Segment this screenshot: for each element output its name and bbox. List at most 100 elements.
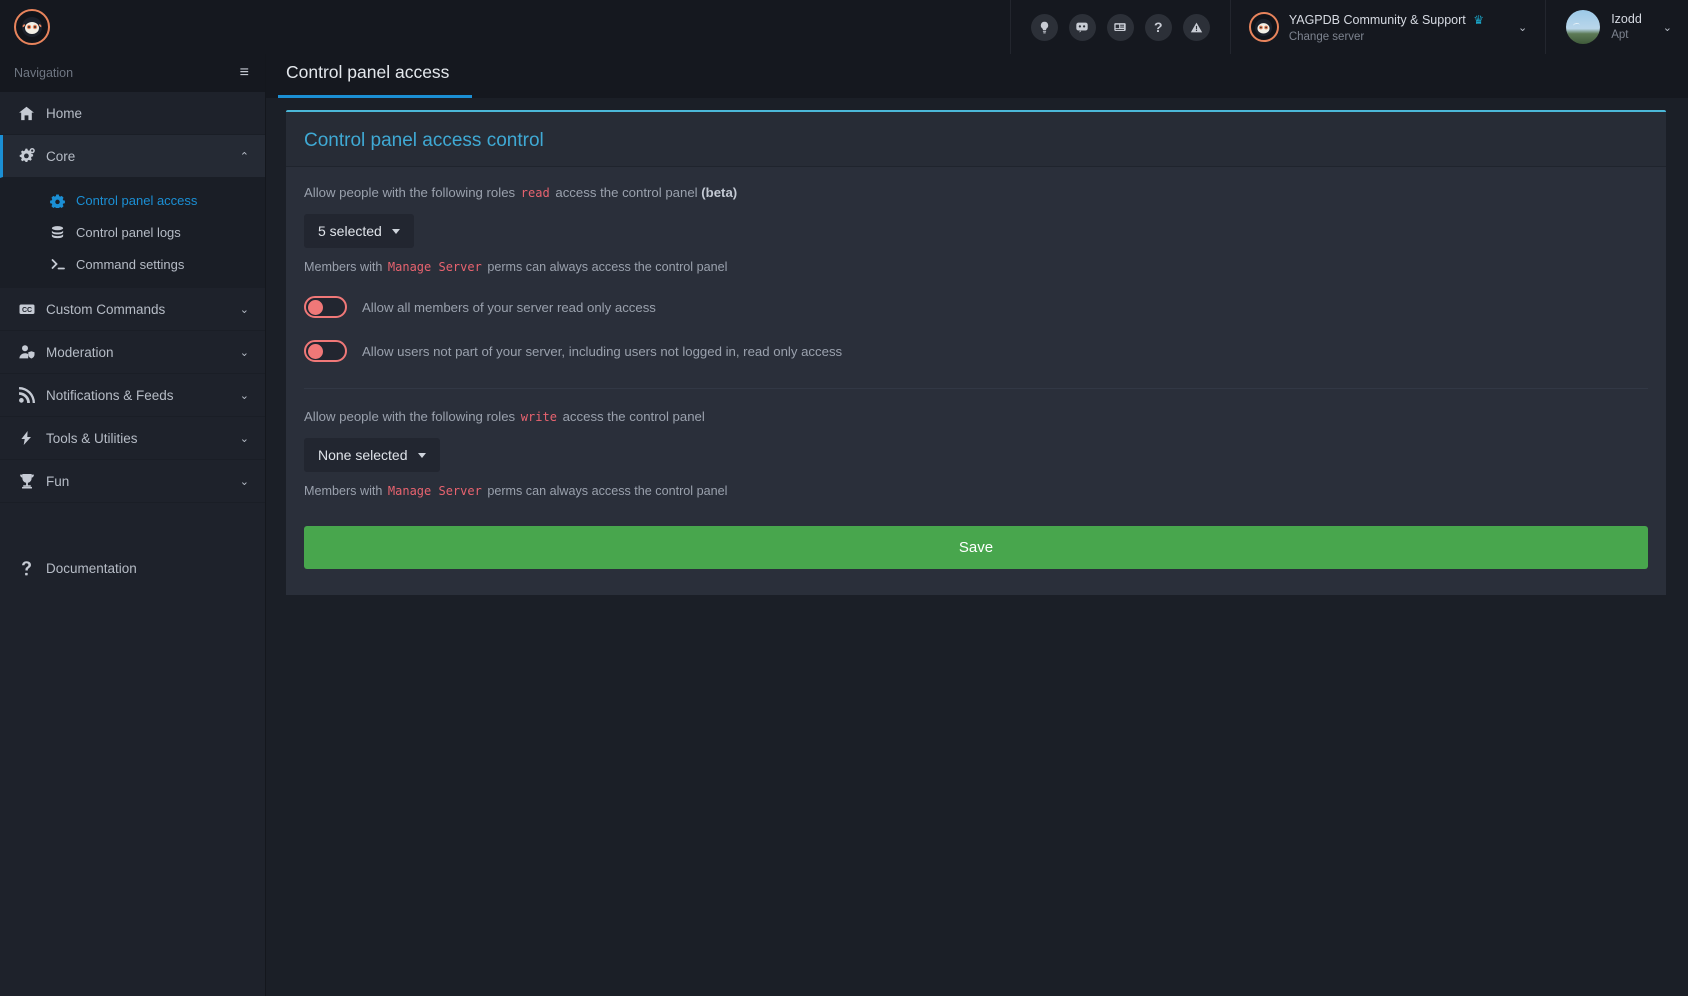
card-title: Control panel access control: [304, 130, 544, 151]
write-hint-prefix: Members with: [304, 484, 383, 498]
gear-icon: [50, 193, 76, 208]
navigation-label: Navigation: [14, 66, 74, 80]
server-name: YAGPDB Community & Support: [1288, 12, 1466, 27]
sidebar-item-control-panel-logs-label: Control panel logs: [76, 224, 181, 240]
card-body: Allow people with the following roles re…: [286, 167, 1666, 595]
main-content: Control panel access control Allow peopl…: [266, 98, 1688, 996]
sidebar-subnav-core: Control panel access Control panel logs …: [0, 178, 265, 288]
write-desc-middle: access the control panel: [562, 409, 705, 424]
navigation-header: Navigation ≡: [0, 54, 265, 92]
sidebar-item-control-panel-logs[interactable]: Control panel logs: [0, 216, 265, 248]
sidebar-item-home-label: Home: [46, 105, 83, 121]
database-icon: [50, 225, 76, 240]
manage-server-keyword-write: Manage Server: [387, 484, 482, 498]
toggle-public-label: Allow users not part of your server, inc…: [362, 343, 843, 359]
home-icon: [18, 105, 46, 122]
user-name: Izodd: [1611, 12, 1642, 26]
avatar: [1566, 10, 1601, 44]
read-roles-description: Allow people with the following roles re…: [304, 185, 1648, 200]
yagpdb-logo-icon[interactable]: [14, 9, 50, 45]
caret-down-icon: [417, 452, 426, 458]
sidebar-item-custom-commands-label: Custom Commands: [46, 301, 166, 317]
toggle-all-members-label: Allow all members of your server read on…: [362, 299, 656, 315]
chevron-up-icon: ⌃: [239, 150, 249, 163]
top-bar: ? YAGPDB Community & Support ♛ Change se…: [0, 0, 1688, 54]
news-icon[interactable]: [1106, 13, 1134, 41]
write-roles-dropdown[interactable]: None selected: [304, 438, 440, 472]
sidebar-item-core[interactable]: Core ⌃: [0, 135, 265, 178]
sidebar-item-home[interactable]: Home: [0, 92, 265, 135]
bolt-icon: [18, 430, 46, 446]
sidebar-item-documentation[interactable]: Documentation: [0, 547, 265, 590]
sidebar-item-documentation-label: Documentation: [46, 561, 137, 576]
user-subtitle: Apt: [1611, 28, 1629, 41]
page-header: Control panel access: [266, 54, 1688, 98]
read-desc-prefix: Allow people with the following roles: [304, 185, 516, 200]
manage-server-keyword-read: Manage Server: [387, 260, 482, 274]
crown-icon: ♛: [1473, 12, 1484, 27]
hamburger-icon[interactable]: ≡: [240, 64, 249, 82]
sidebar-item-custom-commands[interactable]: CC Custom Commands ⌄: [0, 288, 265, 331]
sidebar-item-control-panel-access-label: Control panel access: [76, 192, 198, 208]
svg-text:CC: CC: [22, 307, 32, 314]
sidebar-item-tools-utilities[interactable]: Tools & Utilities ⌄: [0, 417, 265, 460]
sidebar-item-moderation-caret: ⌄: [239, 346, 249, 359]
help-icon[interactable]: ?: [1144, 13, 1172, 41]
save-button[interactable]: Save: [304, 526, 1648, 569]
sidebar-item-notifications-feeds[interactable]: Notifications & Feeds ⌄: [0, 374, 265, 417]
write-roles-description: Allow people with the following roles wr…: [304, 409, 1648, 424]
page-title: Control panel access: [286, 62, 450, 82]
toggle-knob: [308, 344, 323, 359]
sidebar: Navigation ≡ Home Core ⌃ Control panel a…: [0, 54, 266, 996]
write-desc-prefix: Allow people with the following roles: [304, 409, 516, 424]
toggle-row-public-access: Allow users not part of your server, inc…: [304, 340, 1648, 362]
card-header: Control panel access control: [286, 112, 1666, 167]
warning-icon[interactable]: [1182, 13, 1210, 41]
toggle-public-read-only[interactable]: [304, 340, 347, 362]
access-control-card: Control panel access control Allow peopl…: [286, 110, 1666, 595]
write-hint-suffix: perms can always access the control pane…: [487, 484, 728, 498]
server-selector[interactable]: YAGPDB Community & Support ♛ Change serv…: [1229, 0, 1547, 54]
gears-icon: [18, 147, 46, 165]
read-desc-beta: (beta): [701, 185, 738, 200]
sidebar-item-fun-label: Fun: [46, 473, 70, 489]
sidebar-item-command-settings[interactable]: Command settings: [0, 248, 265, 280]
change-server-label[interactable]: Change server: [1289, 30, 1484, 44]
read-hint-prefix: Members with: [304, 260, 383, 274]
moderation-icon: [18, 343, 46, 361]
user-chevron-down-icon[interactable]: ⌄: [1663, 21, 1672, 34]
trophy-icon: [18, 472, 46, 490]
read-keyword: read: [520, 186, 550, 200]
chevron-down-icon[interactable]: ⌄: [1518, 21, 1527, 34]
sidebar-item-control-panel-access[interactable]: Control panel access: [0, 184, 265, 216]
lightbulb-icon[interactable]: [1030, 13, 1058, 41]
toggle-row-all-members: Allow all members of your server read on…: [304, 296, 1648, 318]
sidebar-item-fun[interactable]: Fun ⌄: [0, 460, 265, 503]
sidebar-item-fun-caret: ⌄: [239, 475, 249, 488]
rss-icon: [18, 386, 46, 404]
read-roles-hint: Members with Manage Server perms can alw…: [304, 260, 1648, 274]
sidebar-item-moderation-label: Moderation: [46, 344, 114, 360]
read-roles-dropdown[interactable]: 5 selected: [304, 214, 414, 248]
server-name-row: YAGPDB Community & Support ♛: [1289, 10, 1484, 30]
sidebar-item-moderation[interactable]: Moderation ⌄: [0, 331, 265, 374]
question-icon: [18, 560, 46, 577]
write-roles-dropdown-value: None selected: [318, 447, 408, 463]
read-hint-suffix: perms can always access the control pane…: [487, 260, 728, 274]
toggle-all-members-read-only[interactable]: [304, 296, 347, 318]
terminal-icon: [50, 256, 76, 272]
sidebar-item-core-label: Core: [46, 148, 76, 164]
sidebar-item-command-settings-label: Command settings: [76, 256, 185, 272]
write-keyword: write: [520, 410, 557, 424]
topbar-icon-group: ?: [1009, 0, 1230, 54]
user-menu[interactable]: Izodd Apt ⌄: [1546, 0, 1688, 54]
caret-down-icon: [391, 228, 400, 234]
server-avatar-icon: [1248, 12, 1279, 42]
user-text: Izodd Apt: [1611, 12, 1642, 42]
sidebar-item-tools-utilities-caret: ⌄: [239, 432, 249, 445]
sidebar-item-custom-commands-caret: ⌄: [239, 303, 249, 316]
cc-icon: CC: [18, 300, 46, 318]
read-roles-dropdown-value: 5 selected: [318, 223, 382, 239]
discord-icon[interactable]: [1068, 13, 1096, 41]
